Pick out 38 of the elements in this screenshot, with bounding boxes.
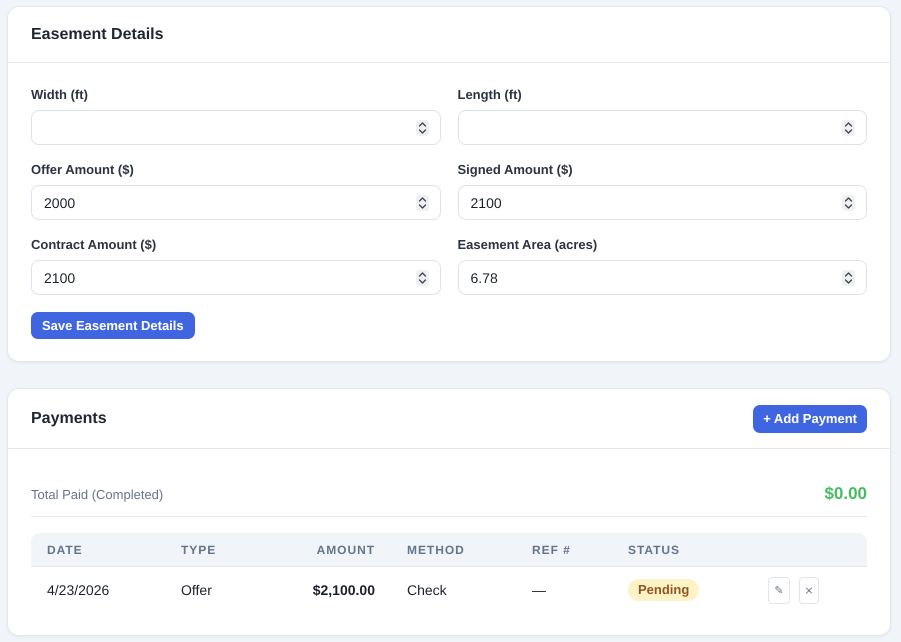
number-input[interactable]: 6.78 — [458, 260, 867, 295]
table-cell: 4/23/2026 — [47, 582, 110, 598]
column-header: METHOD — [407, 542, 465, 556]
field-label: Signed Amount ($) — [458, 161, 573, 179]
field-label: Width (ft) — [31, 86, 88, 104]
column-header: AMOUNT — [316, 542, 375, 556]
column-header: REF # — [532, 542, 571, 556]
field-label: Offer Amount ($) — [31, 161, 134, 179]
field-label: Contract Amount ($) — [31, 236, 156, 254]
add-payment-button[interactable]: + Add Payment — [753, 404, 867, 432]
spinner-icon[interactable] — [842, 120, 855, 136]
number-input[interactable] — [31, 110, 440, 145]
column-header: TYPE — [181, 542, 216, 556]
table-cell: — — [532, 582, 546, 598]
number-input[interactable]: 2100 — [31, 260, 440, 295]
spinner-icon[interactable] — [416, 270, 428, 286]
spinner-icon[interactable] — [416, 120, 428, 136]
number-input[interactable]: 2100 — [458, 185, 867, 220]
delete-button[interactable]: × — [799, 576, 819, 604]
number-input[interactable]: 2000 — [31, 185, 440, 220]
table-cell: Check — [407, 582, 447, 598]
status-badge: Pending — [628, 579, 700, 601]
spinner-icon[interactable] — [842, 195, 855, 211]
edit-button[interactable]: ✎ — [768, 576, 790, 604]
number-input[interactable] — [458, 110, 867, 145]
section-title: Payments — [31, 410, 107, 428]
field-label: Easement Area (acres) — [458, 236, 598, 254]
column-header: STATUS — [628, 542, 680, 556]
save-button[interactable]: Save Easement Details — [31, 312, 195, 339]
total-label: Total Paid (Completed) — [31, 486, 164, 502]
table-cell: $2,100.00 — [312, 582, 375, 598]
spinner-icon[interactable] — [416, 195, 428, 211]
spinner-icon[interactable] — [842, 270, 855, 286]
column-header: DATE — [47, 542, 83, 556]
section-title: Easement Details — [31, 26, 164, 44]
field-label: Length (ft) — [458, 86, 522, 104]
table-cell: Offer — [181, 582, 212, 598]
total-amount: $0.00 — [824, 484, 867, 504]
